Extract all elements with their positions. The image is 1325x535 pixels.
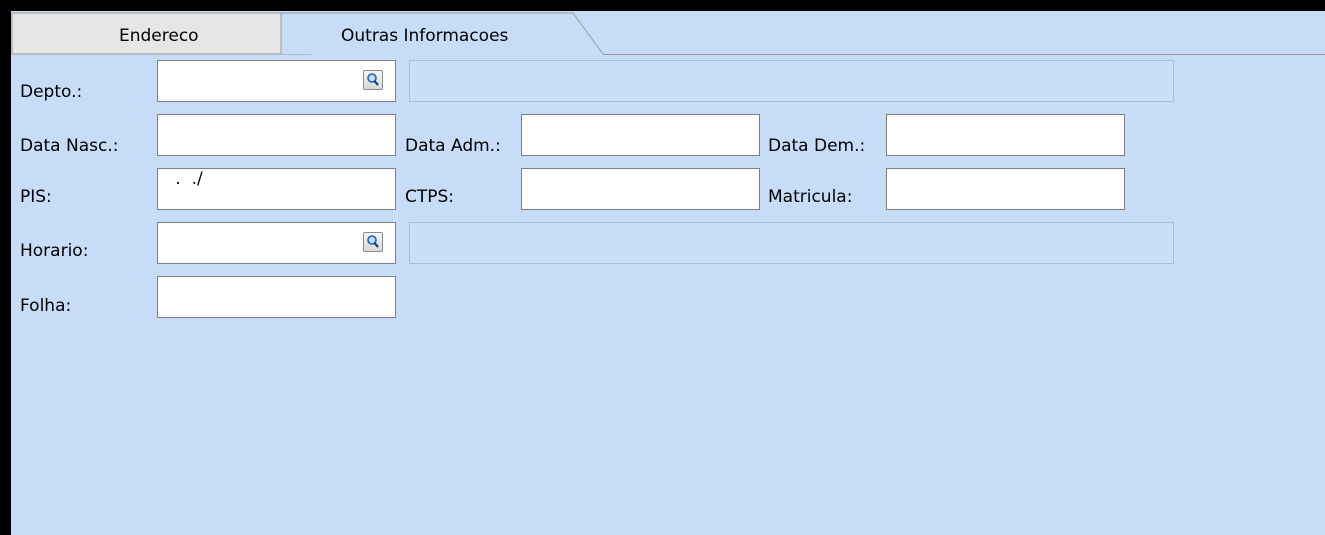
tab-endereco[interactable]: Endereco (119, 26, 199, 46)
tab-strip-shapes (11, 12, 1325, 55)
tab-strip: Endereco Outras Informacoes (11, 11, 1325, 55)
data-nasc-label: Data Nasc.: (20, 136, 119, 156)
depto-lookup-button[interactable] (363, 70, 383, 90)
folha-input[interactable] (157, 276, 396, 318)
depto-input[interactable] (157, 60, 396, 102)
data-adm-input[interactable] (521, 114, 760, 156)
horario-input[interactable] (157, 222, 396, 264)
ctps-input[interactable] (521, 168, 760, 210)
matricula-input[interactable] (886, 168, 1125, 210)
magnifier-icon (367, 235, 379, 248)
tab-outras-informacoes[interactable]: Outras Informacoes (341, 26, 508, 46)
ctps-label: CTPS: (405, 187, 455, 207)
horario-description-field (409, 222, 1174, 264)
data-dem-input[interactable] (886, 114, 1125, 156)
horario-label: Horario: (20, 241, 89, 261)
pis-label: PIS: (20, 187, 52, 207)
horario-lookup-button[interactable] (363, 232, 383, 252)
data-dem-label: Data Dem.: (768, 136, 866, 156)
depto-label: Depto.: (20, 82, 83, 102)
pis-mask-text: . ./ (170, 169, 203, 189)
data-nasc-input[interactable] (157, 114, 396, 156)
folha-label: Folha: (20, 296, 72, 316)
matricula-label: Matricula: (768, 187, 853, 207)
depto-description-field (409, 60, 1174, 102)
data-adm-label: Data Adm.: (405, 136, 501, 156)
magnifier-icon (367, 73, 379, 86)
